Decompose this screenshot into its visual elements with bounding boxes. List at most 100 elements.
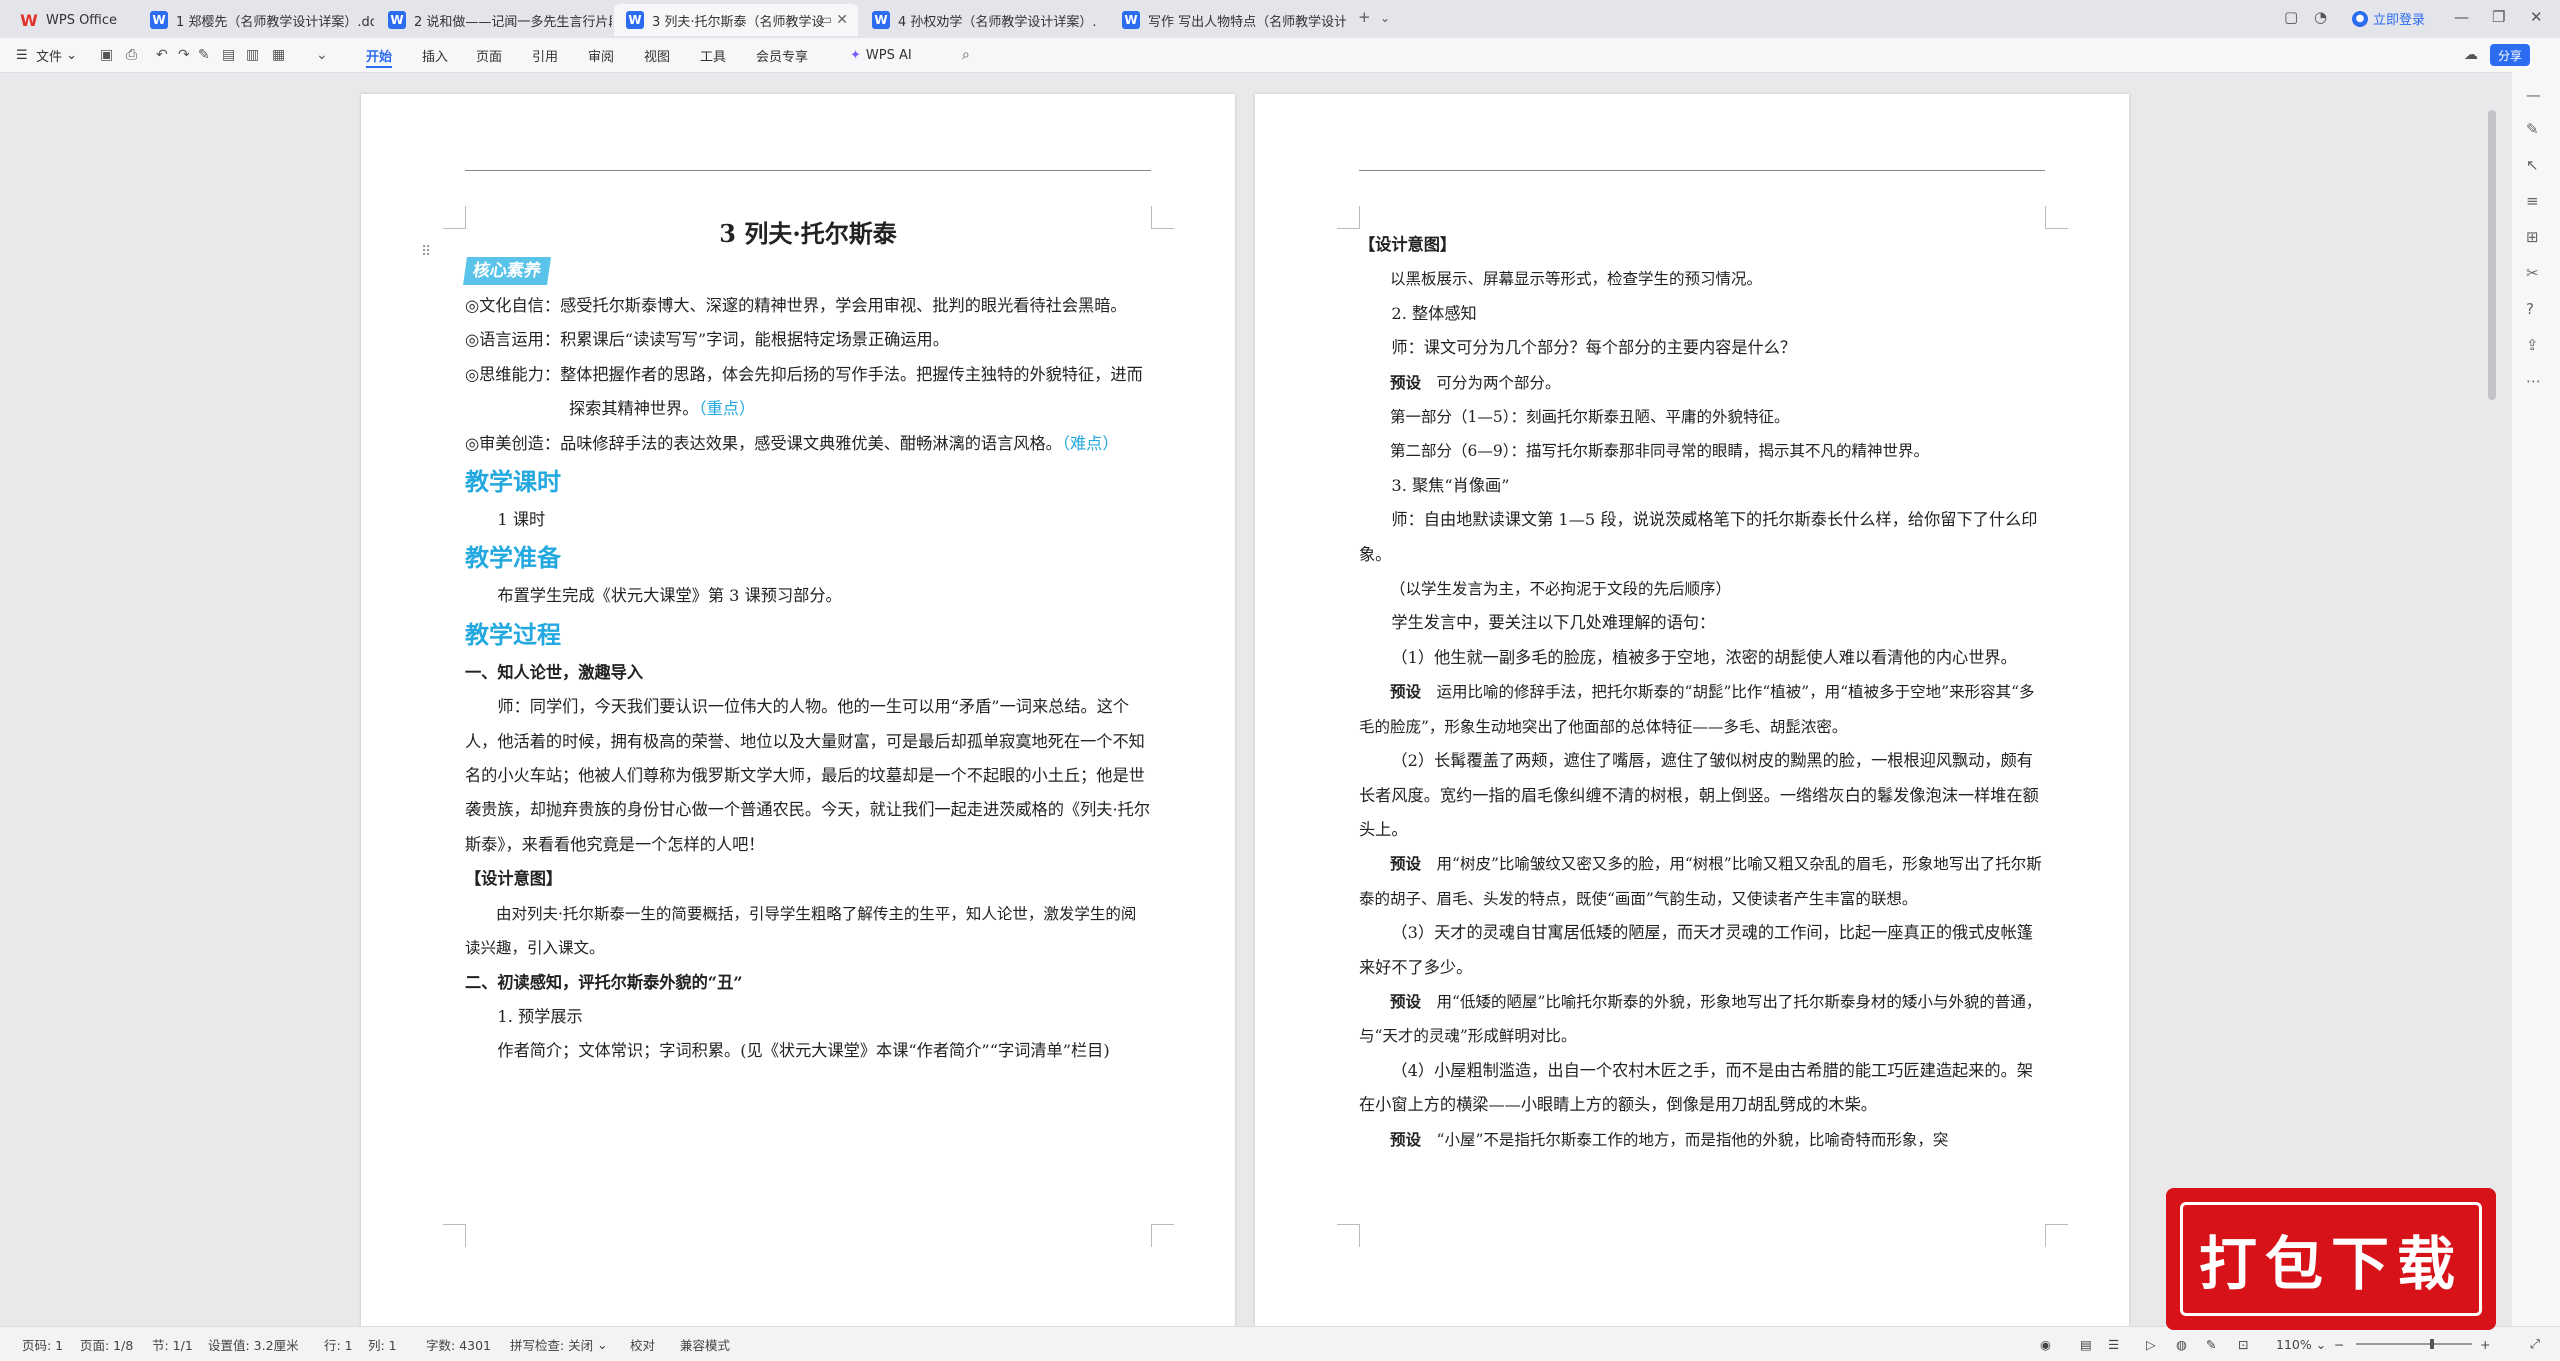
- help-icon[interactable]: ?: [2526, 300, 2546, 320]
- preset-label: 预设: [1390, 372, 1422, 392]
- menu-icon[interactable]: ☰: [16, 38, 28, 72]
- new-tab-icon[interactable]: +: [1358, 8, 1371, 26]
- web-view-icon[interactable]: ◍: [2176, 1327, 2187, 1361]
- paragraph: 学生发言中，要关注以下几处难理解的语句：: [1391, 613, 1716, 633]
- save-icon[interactable]: ▣: [100, 47, 116, 63]
- select-cursor-icon[interactable]: ↖: [2526, 156, 2546, 176]
- tab-doc-5[interactable]: W 写作 写出人物特点（名师教学设计详: [1110, 4, 1346, 36]
- status-page[interactable]: 页码: 1: [22, 1327, 63, 1361]
- paragraph: （3）天才的灵魂自甘寓居低矮的陋屋，而天才灵魂的工作间，比起一座真正的俄式皮帐篷…: [1359, 923, 2033, 977]
- file-menu[interactable]: 文件 ⌄: [36, 38, 77, 72]
- pdf-icon[interactable]: ▤: [222, 47, 238, 63]
- more-chevron-icon[interactable]: ⌄: [316, 47, 332, 63]
- edit-pen-icon[interactable]: ✎: [2526, 120, 2546, 140]
- difficulty-tag: （难点）: [1061, 433, 1119, 453]
- page-1-content[interactable]: 3 列夫·托尔斯泰 核心素养 ◎文化自信：感受托尔斯泰博大、深邃的精神世界，学会…: [463, 214, 1151, 1069]
- tab-review[interactable]: 审阅: [588, 38, 614, 72]
- cloud-icon[interactable]: ☁: [2464, 47, 2480, 63]
- chevron-down-icon[interactable]: ⌄: [1380, 11, 1390, 25]
- monitor-icon: ▭: [818, 12, 832, 28]
- paragraph: （2）长髯覆盖了两颊，遮住了嘴唇，遮住了皱似树皮的黝黑的脸，一根根迎风飘动，颇有…: [1359, 751, 2039, 839]
- paragraph: 第二部分（6—9）：描写托尔斯泰那非同寻常的眼睛，揭示其不凡的精神世界。: [1390, 442, 1929, 461]
- compat-mode[interactable]: 兼容模式: [680, 1327, 730, 1361]
- literacy-item: ◎语言运用：积累课后“读读写写”字词，能根据特定场景正确运用。: [465, 323, 1151, 357]
- export-icon[interactable]: ▥: [246, 47, 262, 63]
- lesson-title: 3 列夫·托尔斯泰: [719, 219, 897, 248]
- tab-wps-home[interactable]: W WPS Office: [8, 4, 138, 36]
- tools-icon[interactable]: ✂: [2526, 264, 2546, 284]
- zoom-slider[interactable]: [2356, 1343, 2472, 1345]
- status-col[interactable]: 列: 1: [368, 1327, 397, 1361]
- margin-corner: [2045, 206, 2068, 229]
- status-pages[interactable]: 页面: 1/8: [80, 1327, 133, 1361]
- wps-ai-button[interactable]: ✦ WPS AI: [850, 38, 912, 72]
- share-doc-icon[interactable]: ⇪: [2526, 336, 2546, 356]
- paragraph: 预设 “小屋”不是指托尔斯泰工作的地方，而是指他的外貌，比喻奇特而形象，突: [1359, 1123, 2045, 1157]
- skin-icon[interactable]: ◔: [2314, 8, 2327, 26]
- margin-corner: [1337, 1224, 1360, 1247]
- search-icon[interactable]: ⌕: [962, 47, 978, 63]
- collapse-icon[interactable]: —: [2526, 86, 2546, 106]
- literacy-label: ◎思维能力：: [465, 364, 561, 384]
- word-count[interactable]: 字数: 4301: [426, 1327, 491, 1361]
- ai-sparkle-icon: ✦: [850, 47, 861, 63]
- minimize-icon[interactable]: —: [2454, 8, 2469, 26]
- preset-text: 运用比喻的修辞手法，把托尔斯泰的“胡髭”比作“植被”，用“植被多于空地”来形容其…: [1359, 683, 2035, 736]
- paragraph: 3. 聚焦“肖像画”: [1391, 475, 1510, 495]
- format-painter-icon[interactable]: ✎: [198, 47, 214, 63]
- picture-icon[interactable]: ▦: [272, 47, 288, 63]
- page-view-icon[interactable]: ▤: [2080, 1327, 2092, 1361]
- write-view-icon[interactable]: ✎: [2206, 1327, 2216, 1361]
- spell-check[interactable]: 拼写检查: 关闭 ⌄: [510, 1327, 608, 1361]
- tab-member[interactable]: 会员专享: [756, 38, 808, 72]
- close-tab-icon[interactable]: ✕: [836, 12, 848, 28]
- tab-tools[interactable]: 工具: [700, 38, 726, 72]
- zoom-level[interactable]: 110% ⌄: [2276, 1327, 2326, 1361]
- undo-icon[interactable]: ↶: [156, 47, 172, 63]
- preset-text: 可分为两个部分。: [1436, 373, 1561, 392]
- tab-doc-4[interactable]: W 4 孙权劝学（名师教学设计详案）.d: [860, 4, 1096, 36]
- more-icon[interactable]: ⋯: [2526, 372, 2546, 392]
- design-intent-label: 【设计意图】: [1359, 235, 1457, 254]
- print-icon[interactable]: ⎙: [126, 47, 142, 63]
- redo-icon[interactable]: ↷: [178, 47, 194, 63]
- translate-icon[interactable]: ⊞: [2526, 228, 2546, 248]
- proofread[interactable]: 校对: [630, 1327, 655, 1361]
- status-setvalue[interactable]: 设置值: 3.2厘米: [208, 1327, 299, 1361]
- restore-icon[interactable]: ❐: [2492, 8, 2505, 26]
- login-button[interactable]: ● 立即登录: [2352, 9, 2425, 28]
- tab-insert[interactable]: 插入: [422, 38, 448, 72]
- paragraph: 以黑板展示、屏幕显示等形式，检查学生的预习情况。: [1390, 270, 1763, 289]
- window-layout-icon[interactable]: ▢: [2284, 8, 2298, 26]
- tab-start[interactable]: 开始: [366, 38, 393, 72]
- status-section[interactable]: 节: 1/1: [152, 1327, 193, 1361]
- literacy-item: ◎思维能力：整体把握作者的思路，体会先抑后扬的写作手法。把握传主独特的外貌特征，…: [465, 358, 1151, 427]
- share-button[interactable]: 分享: [2490, 44, 2531, 66]
- tab-doc-2[interactable]: W 2 说和做——记闻一多先生言行片段: [376, 4, 612, 36]
- tab-doc-3-active[interactable]: W 3 列夫·托尔斯泰（名师教学设 ▭ ✕: [614, 4, 858, 36]
- eye-protect-icon[interactable]: ◉: [2040, 1327, 2051, 1361]
- fit-page-icon[interactable]: ⊡: [2238, 1327, 2248, 1361]
- page-2-content[interactable]: 【设计意图】 以黑板展示、屏幕显示等形式，检查学生的预习情况。 2. 整体感知 …: [1359, 228, 2045, 1157]
- tab-doc-1[interactable]: W 1 郑樱先（名师教学设计详案）.doc: [138, 4, 374, 36]
- zoom-in-icon[interactable]: +: [2480, 1327, 2490, 1361]
- play-icon[interactable]: ▷: [2146, 1327, 2156, 1361]
- margin-corner: [443, 1224, 466, 1247]
- adjust-icon[interactable]: ≡: [2526, 192, 2546, 212]
- zoom-slider-thumb[interactable]: [2430, 1339, 2434, 1349]
- tab-page[interactable]: 页面: [476, 38, 502, 72]
- download-banner[interactable]: 打包下载: [2166, 1188, 2496, 1330]
- right-sidebar: — ✎ ↖ ≡ ⊞ ✂ ? ⇪ ⋯: [2512, 72, 2560, 1326]
- drag-handle-icon[interactable]: ⠿: [421, 244, 431, 260]
- literacy-item: ◎文化自信：感受托尔斯泰博大、深邃的精神世界，学会用审视、批判的眼光看待社会黑暗…: [465, 289, 1151, 323]
- outline-view-icon[interactable]: ☰: [2108, 1327, 2119, 1361]
- tab-view[interactable]: 视图: [644, 38, 670, 72]
- tab-reference[interactable]: 引用: [532, 38, 558, 72]
- status-row[interactable]: 行: 1: [324, 1327, 353, 1361]
- fullscreen-icon[interactable]: ⤢: [2530, 1327, 2540, 1361]
- tab-label: 1 郑樱先（名师教学设计详案）.doc: [176, 14, 374, 30]
- close-window-icon[interactable]: ✕: [2530, 8, 2543, 26]
- vertical-scrollbar[interactable]: [2488, 110, 2496, 400]
- zoom-out-icon[interactable]: −: [2334, 1327, 2344, 1361]
- paragraph: 布置学生完成《状元大课堂》第 3 课预习部分。: [497, 586, 842, 606]
